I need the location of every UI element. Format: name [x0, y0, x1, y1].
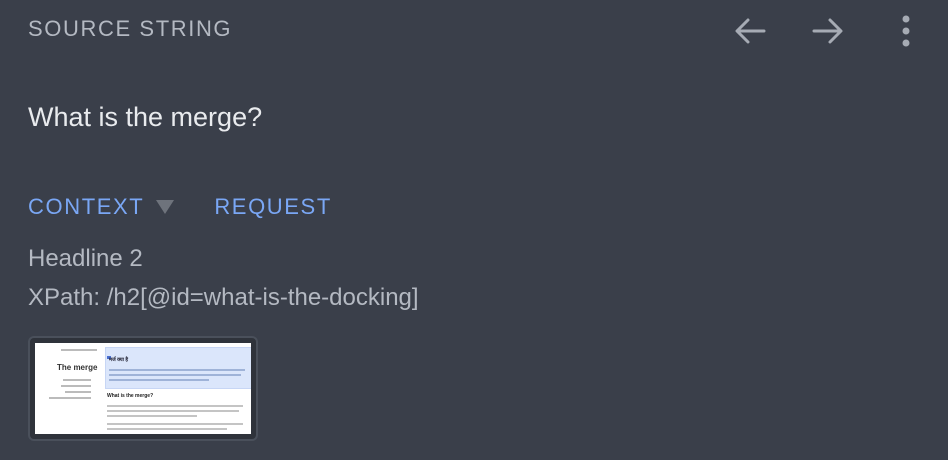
- preview-highlight-panel: [105, 347, 251, 389]
- preview-body-line: [107, 405, 243, 407]
- context-xpath: XPath: /h2[@id=what-is-the-docking]: [28, 284, 419, 311]
- context-tabs: CONTEXT REQUEST: [28, 192, 332, 222]
- caret-down-icon: [156, 200, 175, 214]
- section-label: SOURCE STRING: [28, 16, 233, 41]
- header: SOURCE STRING: [28, 15, 920, 47]
- preview-panel-line: [109, 379, 209, 381]
- preview-body-line: [107, 415, 197, 417]
- preview-body-line: [107, 428, 227, 430]
- preview-body-line: [107, 423, 243, 425]
- previous-button[interactable]: [728, 16, 772, 46]
- preview-side-line: [65, 391, 91, 393]
- next-button[interactable]: [806, 16, 850, 46]
- preview-side-line: [61, 385, 91, 387]
- tab-request[interactable]: REQUEST: [214, 194, 332, 220]
- arrow-left-icon: [735, 18, 766, 44]
- tab-context[interactable]: CONTEXT: [28, 194, 175, 220]
- preview-side-line: [49, 397, 91, 399]
- arrow-right-icon: [812, 18, 843, 44]
- preview-body-line: [107, 410, 239, 412]
- preview-panel-line: [109, 369, 245, 371]
- more-vertical-icon: [902, 15, 910, 47]
- more-options-button[interactable]: [892, 15, 920, 47]
- preview-page-title: The merge: [57, 363, 98, 372]
- preview-side-line: [63, 379, 91, 381]
- context-element-type: Headline 2: [28, 245, 143, 272]
- tab-context-label: CONTEXT: [28, 194, 145, 219]
- preview-body-title: What is the merge?: [107, 393, 154, 399]
- preview-panel-title: मर्ज क्या है: [109, 357, 129, 363]
- tab-request-label: REQUEST: [214, 194, 332, 219]
- screenshot-preview: The merge मर्ज क्या है What is the merge…: [35, 343, 251, 434]
- screenshot-thumbnail[interactable]: The merge मर्ज क्या है What is the merge…: [28, 336, 258, 441]
- preview-nav-line: [61, 349, 97, 351]
- source-string-text: What is the merge?: [28, 102, 263, 132]
- preview-panel-line: [109, 374, 241, 376]
